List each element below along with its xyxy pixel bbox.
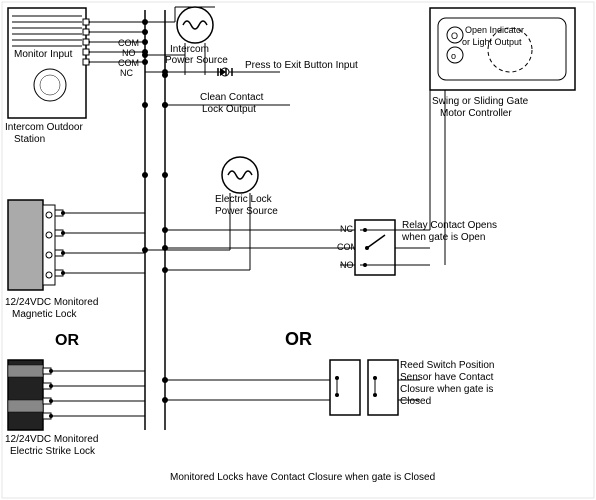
svg-text:Intercom Outdoor: Intercom Outdoor [5,122,83,133]
svg-text:Intercom: Intercom [170,44,209,55]
svg-text:O: O [451,31,458,41]
svg-text:COM: COM [118,38,139,48]
svg-text:OR: OR [55,332,79,349]
svg-text:Monitor Input: Monitor Input [14,49,73,60]
svg-text:NO: NO [122,48,136,58]
wiring-diagram: Monitor Input Intercom Outdoor Station I… [0,0,596,500]
svg-text:NC: NC [340,224,353,234]
svg-text:Station: Station [14,134,45,145]
svg-text:Lock Output: Lock Output [202,104,256,115]
svg-text:Motor Controller: Motor Controller [440,108,512,119]
svg-text:Closure when gate is: Closure when gate is [400,384,493,395]
svg-text:Power Source: Power Source [215,206,278,217]
svg-text:12/24VDC Monitored: 12/24VDC Monitored [5,434,98,445]
svg-text:12/24VDC Monitored: 12/24VDC Monitored [5,297,98,308]
svg-text:Electric Lock: Electric Lock [215,194,273,205]
svg-text:Swing or Sliding Gate: Swing or Sliding Gate [432,96,529,107]
svg-text:o: o [451,51,456,61]
svg-text:Closed: Closed [400,396,431,407]
svg-text:Reed Switch Position: Reed Switch Position [400,360,495,371]
svg-text:or Light Output: or Light Output [462,37,522,47]
svg-text:Magnetic Lock: Magnetic Lock [12,309,77,320]
svg-text:OR: OR [285,329,312,349]
svg-text:Monitored Locks have Contact C: Monitored Locks have Contact Closure whe… [170,472,435,483]
svg-text:Relay Contact Opens: Relay Contact Opens [402,220,497,231]
svg-text:Open Indicator: Open Indicator [465,25,524,35]
svg-text:Sensor have Contact: Sensor have Contact [400,372,494,383]
svg-text:COM: COM [118,58,139,68]
svg-text:Electric Strike Lock: Electric Strike Lock [10,446,96,457]
svg-text:when gate is Open: when gate is Open [401,232,485,243]
svg-text:Press to Exit Button Input: Press to Exit Button Input [245,60,358,71]
svg-text:NC: NC [120,68,133,78]
svg-text:Clean Contact: Clean Contact [200,92,264,103]
svg-text:Power Source: Power Source [165,55,228,66]
